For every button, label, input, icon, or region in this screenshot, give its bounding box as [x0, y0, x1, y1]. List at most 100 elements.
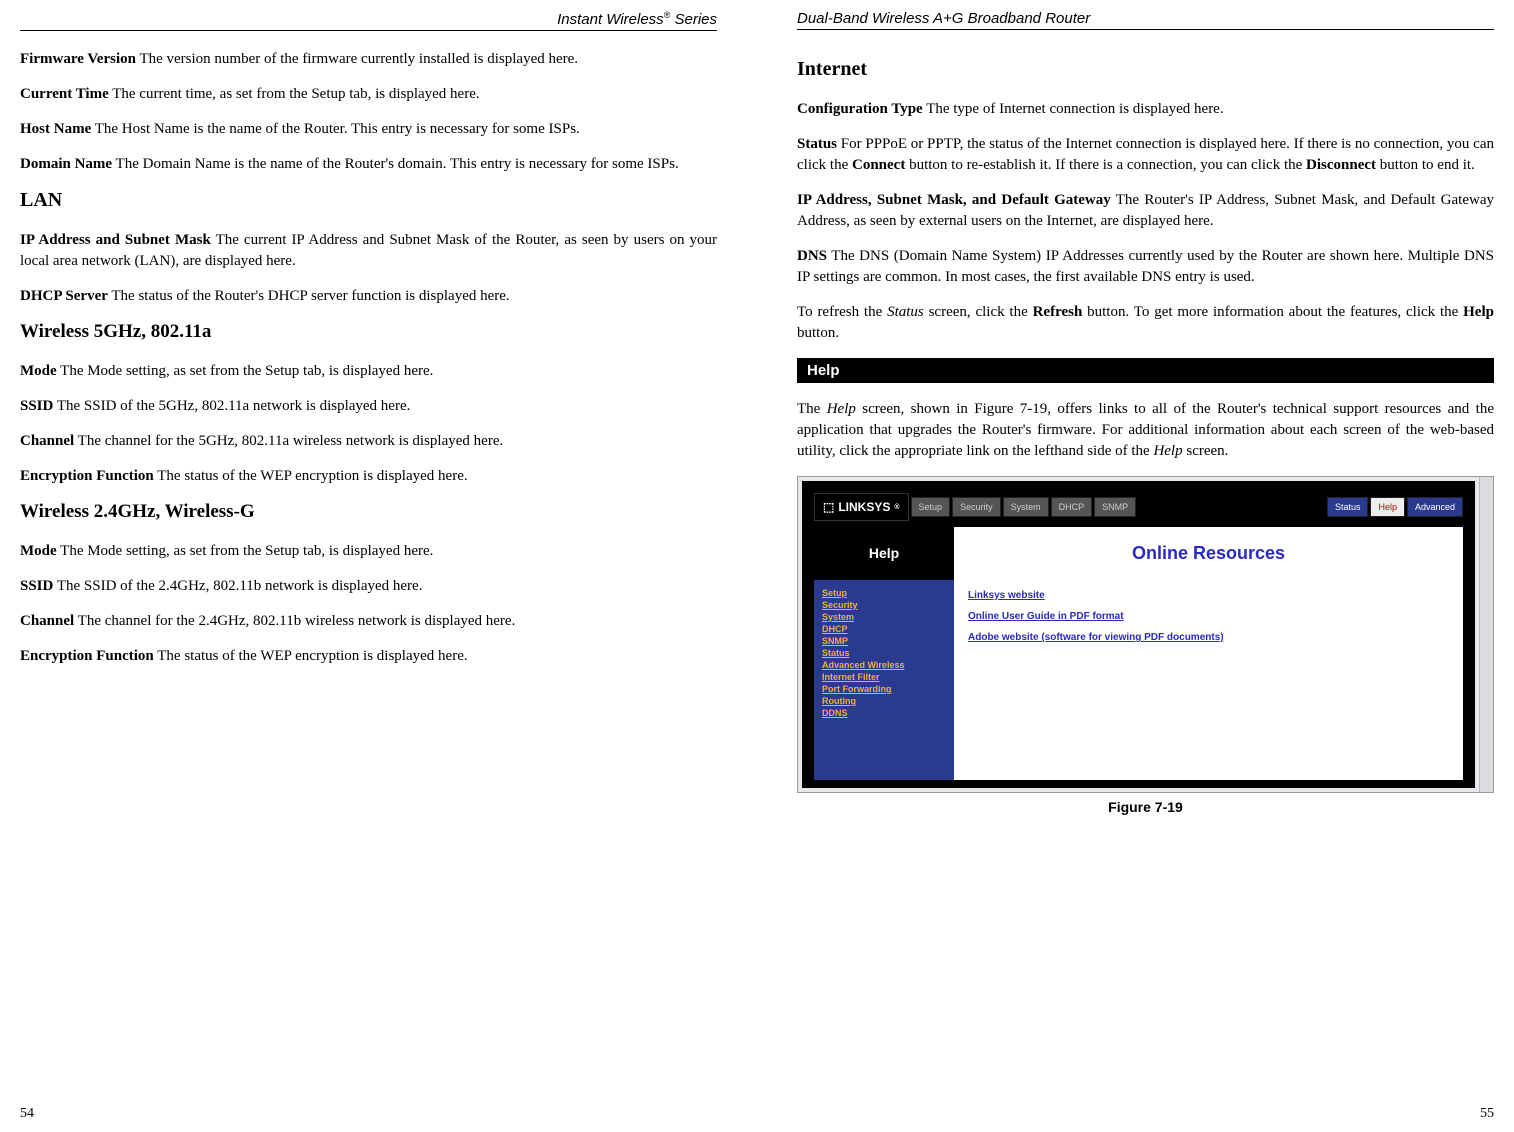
- w5-channel-para: Channel The channel for the 5GHz, 802.11…: [20, 431, 717, 452]
- internet-heading: Internet: [797, 58, 1494, 81]
- refresh-para: To refresh the Status screen, click the …: [797, 302, 1494, 344]
- nav-internet-filter[interactable]: Internet Filter: [822, 672, 946, 682]
- w24-channel-para: Channel The channel for the 2.4GHz, 802.…: [20, 611, 717, 632]
- w24-channel-term: Channel: [20, 613, 74, 629]
- nav-system[interactable]: System: [822, 612, 946, 622]
- refresh-status-word: Status: [887, 304, 924, 320]
- w24-encryption-text: The status of the WEP encryption is disp…: [154, 648, 468, 664]
- router-body: Setup Security System DHCP SNMP Status A…: [814, 580, 1463, 780]
- domain-name-para: Domain Name The Domain Name is the name …: [20, 154, 717, 175]
- refresh-button-word: Refresh: [1033, 304, 1083, 320]
- tab-snmp[interactable]: SNMP: [1094, 497, 1136, 517]
- help-para-a: The: [797, 401, 827, 417]
- w5-channel-text: The channel for the 5GHz, 802.11a wirele…: [74, 433, 503, 449]
- w24-mode-term: Mode: [20, 543, 57, 559]
- logo-reg-icon: ®: [894, 504, 899, 511]
- current-time-para: Current Time The current time, as set fr…: [20, 84, 717, 105]
- nav-left: Setup Security System DHCP SNMP Status A…: [814, 580, 954, 780]
- w5-encryption-para: Encryption Function The status of the WE…: [20, 466, 717, 487]
- logo-text: LINKSYS: [838, 500, 890, 514]
- dhcp-server-para: DHCP Server The status of the Router's D…: [20, 286, 717, 307]
- link-adobe-website[interactable]: Adobe website (software for viewing PDF …: [968, 632, 1449, 643]
- header-text-suffix: Series: [670, 11, 717, 28]
- host-name-term: Host Name: [20, 121, 91, 137]
- firmware-version-para: Firmware Version The version number of t…: [20, 49, 717, 70]
- left-page-header: Instant Wireless® Series: [20, 10, 717, 31]
- firmware-version-term: Firmware Version: [20, 51, 136, 67]
- left-page: Instant Wireless® Series Firmware Versio…: [0, 0, 757, 1132]
- left-content: Firmware Version The version number of t…: [20, 49, 717, 1106]
- right-page-number: 55: [797, 1106, 1494, 1122]
- w24-ssid-text: The SSID of the 2.4GHz, 802.11b network …: [53, 578, 422, 594]
- ip-subnet-gateway-para: IP Address, Subnet Mask, and Default Gat…: [797, 190, 1494, 232]
- help-para-help2: Help: [1153, 443, 1182, 459]
- tab-dhcp[interactable]: DHCP: [1051, 497, 1093, 517]
- online-resources-title: Online Resources: [1132, 543, 1285, 563]
- help-description-para: The Help screen, shown in Figure 7-19, o…: [797, 399, 1494, 462]
- right-page: Dual-Band Wireless A+G Broadband Router …: [757, 0, 1514, 1132]
- tab-setup[interactable]: Setup: [911, 497, 951, 517]
- connect-word: Connect: [852, 157, 905, 173]
- tab-help[interactable]: Help: [1370, 497, 1405, 517]
- resources-right: Linksys website Online User Guide in PDF…: [954, 580, 1463, 780]
- nav-ddns[interactable]: DDNS: [822, 708, 946, 718]
- w24-channel-text: The channel for the 2.4GHz, 802.11b wire…: [74, 613, 515, 629]
- host-name-text: The Host Name is the name of the Router.…: [91, 121, 580, 137]
- nav-setup[interactable]: Setup: [822, 588, 946, 598]
- w5-mode-para: Mode The Mode setting, as set from the S…: [20, 361, 717, 382]
- dhcp-server-term: DHCP Server: [20, 288, 108, 304]
- linksys-logo: ⬚ LINKSYS ®: [814, 493, 909, 521]
- w5-ssid-text: The SSID of the 5GHz, 802.11a network is…: [53, 398, 410, 414]
- w24-encryption-term: Encryption Function: [20, 648, 154, 664]
- w24-mode-para: Mode The Mode setting, as set from the S…: [20, 541, 717, 562]
- right-content: Internet Configuration Type The type of …: [797, 48, 1494, 1106]
- link-linksys-website[interactable]: Linksys website: [968, 590, 1449, 601]
- w24-mode-text: The Mode setting, as set from the Setup …: [57, 543, 434, 559]
- help-para-c: screen.: [1183, 443, 1229, 459]
- refresh-b: screen, click the: [924, 304, 1033, 320]
- w5-mode-term: Mode: [20, 363, 57, 379]
- tab-system[interactable]: System: [1003, 497, 1049, 517]
- nav-snmp[interactable]: SNMP: [822, 636, 946, 646]
- tab-advanced[interactable]: Advanced: [1407, 497, 1463, 517]
- wireless-5ghz-heading: Wireless 5GHz, 802.11a: [20, 321, 717, 343]
- nav-status[interactable]: Status: [822, 648, 946, 658]
- status-text-c: button to end it.: [1376, 157, 1475, 173]
- router-topbar: ⬚ LINKSYS ® Setup Security System DHCP SN…: [814, 493, 1463, 521]
- w24-ssid-para: SSID The SSID of the 2.4GHz, 802.11b net…: [20, 576, 717, 597]
- ip-subnet-gateway-term: IP Address, Subnet Mask, and Default Gat…: [797, 192, 1111, 208]
- router-sub-header: Help Online Resources: [814, 527, 1463, 580]
- nav-dhcp[interactable]: DHCP: [822, 624, 946, 634]
- lan-ip-para: IP Address and Subnet Mask The current I…: [20, 230, 717, 272]
- help-title: Help: [814, 527, 954, 580]
- current-time-term: Current Time: [20, 86, 109, 102]
- tab-status[interactable]: Status: [1327, 497, 1369, 517]
- help-para-b: screen, shown in Figure 7-19, offers lin…: [797, 401, 1494, 459]
- w5-ssid-term: SSID: [20, 398, 53, 414]
- logo-icon: ⬚: [823, 500, 834, 514]
- current-time-text: The current time, as set from the Setup …: [109, 86, 480, 102]
- nav-port-forwarding[interactable]: Port Forwarding: [822, 684, 946, 694]
- nav-security[interactable]: Security: [822, 600, 946, 610]
- help-button-word: Help: [1463, 304, 1494, 320]
- disconnect-word: Disconnect: [1306, 157, 1376, 173]
- tab-security[interactable]: Security: [952, 497, 1001, 517]
- link-user-guide-pdf[interactable]: Online User Guide in PDF format: [968, 611, 1449, 622]
- status-text-b: button to re-establish it. If there is a…: [905, 157, 1306, 173]
- nav-advanced-wireless[interactable]: Advanced Wireless: [822, 660, 946, 670]
- lan-heading: LAN: [20, 189, 717, 212]
- nav-routing[interactable]: Routing: [822, 696, 946, 706]
- right-page-header: Dual-Band Wireless A+G Broadband Router: [797, 10, 1494, 30]
- router-inner: ⬚ LINKSYS ® Setup Security System DHCP SN…: [802, 481, 1475, 788]
- refresh-d: button.: [797, 325, 839, 341]
- host-name-para: Host Name The Host Name is the name of t…: [20, 119, 717, 140]
- config-type-term: Configuration Type: [797, 101, 923, 117]
- scrollbar[interactable]: [1479, 477, 1493, 792]
- dns-text: The DNS (Domain Name System) IP Addresse…: [797, 248, 1494, 285]
- w5-ssid-para: SSID The SSID of the 5GHz, 802.11a netwo…: [20, 396, 717, 417]
- w24-encryption-para: Encryption Function The status of the WE…: [20, 646, 717, 667]
- domain-name-term: Domain Name: [20, 156, 112, 172]
- help-section-bar: Help: [797, 358, 1494, 383]
- wireless-24ghz-heading: Wireless 2.4GHz, Wireless-G: [20, 501, 717, 523]
- status-term: Status: [797, 136, 837, 152]
